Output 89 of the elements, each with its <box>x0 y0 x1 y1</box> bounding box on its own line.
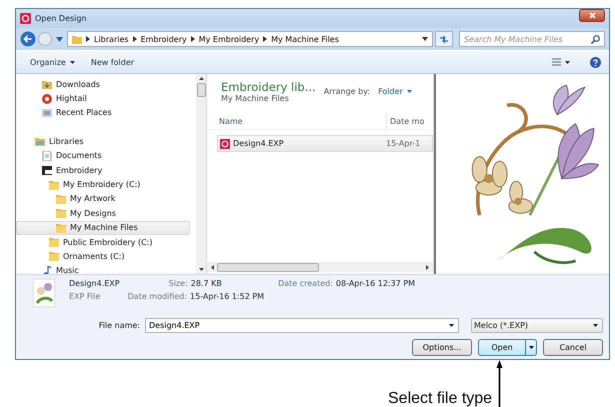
nav-item[interactable]: Recent Places <box>16 106 190 120</box>
address-bar[interactable]: Libraries Embroidery My Embroidery My Machine Files <box>67 31 433 47</box>
help-icon[interactable] <box>590 56 601 68</box>
folder-icon <box>56 194 66 204</box>
nav-item[interactable]: Ornaments (C:) <box>16 249 190 264</box>
refresh-button[interactable] <box>435 31 453 47</box>
breadcrumb[interactable]: Libraries <box>94 34 129 44</box>
breadcrumb[interactable]: My Machine Files <box>271 34 339 44</box>
library-icon <box>35 136 45 146</box>
search-icon <box>591 34 600 44</box>
search-field[interactable]: Search My Machine Files <box>459 31 605 47</box>
design-file-icon <box>220 138 230 148</box>
caret-icon <box>528 346 534 349</box>
callout-arrow <box>496 360 504 407</box>
breadcrumb[interactable]: Embroidery <box>140 34 187 44</box>
date-created-value: 08-Apr-16 12:37 PM <box>336 279 416 288</box>
design-thumbnail-drawing <box>33 279 55 307</box>
nav-item[interactable]: My Artwork <box>16 192 190 206</box>
chevron-icon <box>132 36 137 42</box>
nav-item[interactable]: Embroidery <box>16 162 190 178</box>
open-button[interactable]: Open <box>478 339 526 356</box>
folder-icon <box>42 79 52 90</box>
organize-menu-button[interactable]: Organize <box>26 56 79 68</box>
details-file-type: EXP File <box>69 292 102 301</box>
document-icon <box>42 150 52 161</box>
details-file-name: Design4.EXP <box>69 279 120 288</box>
arrange-by-dropdown[interactable]: Folder <box>378 87 412 96</box>
nav-item[interactable]: My Embroidery (C:) <box>16 177 190 192</box>
dropdown-caret-icon <box>593 324 598 327</box>
scrollbar-thumb[interactable] <box>196 83 206 97</box>
column-header[interactable]: Name <box>207 113 387 129</box>
file-name-label: File name: <box>98 321 140 330</box>
file-name-field[interactable]: Design4.EXP <box>145 318 459 333</box>
nav-item[interactable]: Hightail <box>16 91 190 106</box>
nav-item[interactable]: Downloads <box>16 77 190 92</box>
view-list-icon <box>552 58 561 66</box>
nav-item[interactable]: Public Embroidery (C:) <box>16 234 190 250</box>
folder-icon <box>49 251 59 262</box>
chevron-icon <box>263 36 268 42</box>
dropdown-caret-icon[interactable] <box>449 324 454 327</box>
circle-logo-icon <box>42 94 52 104</box>
breadcrumb[interactable]: My Embroidery <box>198 34 260 44</box>
caret-icon <box>70 60 75 64</box>
nav-item[interactable]: My Designs <box>16 206 190 221</box>
dropdown-caret-icon <box>422 37 428 41</box>
size-label: Size: <box>168 279 188 288</box>
file-date: 15-Apr-1 <box>386 139 422 148</box>
window-title: Open Design <box>35 14 87 23</box>
date-created-label: Date created: <box>278 279 333 288</box>
scroll-up-arrow-icon <box>198 77 204 80</box>
options-button[interactable]: Options... <box>412 339 472 356</box>
caret-icon <box>406 90 412 93</box>
folder-subtitle: My Machine Files <box>221 94 290 103</box>
folder-icon <box>72 34 82 44</box>
library-title: Embroidery lib... <box>221 80 316 94</box>
recent-places-icon <box>42 108 52 118</box>
scroll-down-arrow-icon <box>198 268 204 271</box>
chevron-icon <box>190 36 195 42</box>
date-modified-label: Date modified: <box>128 292 188 301</box>
scroll-left-arrow-icon <box>211 264 214 270</box>
file-name: Design4.EXP <box>233 139 284 148</box>
caret-icon <box>565 60 570 64</box>
folder-icon <box>56 222 66 233</box>
arrange-by-label: Arrange by: <box>324 87 370 96</box>
close-icon <box>588 12 596 19</box>
sewing-machine-icon <box>42 165 52 176</box>
cancel-button[interactable]: Cancel <box>543 339 603 356</box>
chevron-icon <box>86 36 90 42</box>
new-folder-button[interactable]: New folder <box>86 56 138 68</box>
nav-item[interactable]: My Machine Files <box>16 220 190 235</box>
close-button[interactable] <box>579 9 605 22</box>
vertical-scrollbar[interactable] <box>196 74 206 274</box>
scroll-right-arrow-icon <box>426 264 429 270</box>
open-options-dropdown[interactable] <box>526 339 537 356</box>
file-type-dropdown[interactable]: Melco (*.EXP) <box>471 318 603 333</box>
column-header[interactable]: Date mo <box>387 113 433 129</box>
folder-icon <box>49 180 59 190</box>
refresh-icon <box>439 34 449 44</box>
scrollbar-thumb[interactable] <box>217 262 319 272</box>
app-logo-icon <box>20 13 31 24</box>
size-value: 28.7 KB <box>190 279 222 288</box>
horizontal-scrollbar[interactable] <box>207 262 433 272</box>
nav-item[interactable]: Libraries <box>16 134 190 149</box>
date-modified-value: 15-Apr-16 1:52 PM <box>190 292 264 301</box>
annotation-label: Select file type <box>388 390 492 407</box>
nav-item[interactable]: Documents <box>16 148 190 163</box>
folder-icon <box>49 237 59 248</box>
file-row[interactable]: Design4.EXP 15-Apr-1 <box>217 135 433 152</box>
folder-icon <box>56 208 66 218</box>
